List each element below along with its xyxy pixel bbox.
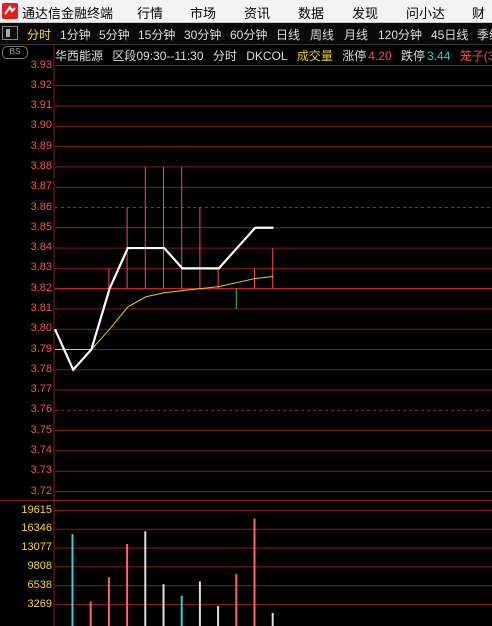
price-tick-label: 3.80 [30, 322, 52, 335]
price-tick-label: 3.90 [30, 119, 52, 132]
price-tick-label: 3.91 [30, 99, 52, 112]
price-tick-label: 3.73 [30, 464, 52, 477]
price-tick-label: 3.76 [30, 403, 52, 416]
price-tick-label: 3.85 [30, 220, 52, 233]
price-tick-label: 3.88 [30, 159, 52, 172]
price-tick-label: 3.77 [30, 383, 52, 396]
price-tick-label: 3.78 [30, 362, 52, 375]
price-line [53, 226, 274, 372]
price-tick-label: 3.92 [30, 78, 52, 91]
volume-tick-label: 16346 [21, 522, 52, 535]
price-tick-label: 3.72 [30, 484, 52, 497]
volume-tick-label: 19615 [21, 503, 52, 516]
intraday-chart[interactable] [0, 0, 492, 626]
price-tick-label: 3.74 [30, 443, 52, 456]
price-tick-label: 3.83 [30, 261, 52, 274]
average-price-line [55, 275, 274, 350]
price-tick-label: 3.86 [30, 200, 52, 213]
price-tick-label: 3.75 [30, 423, 52, 436]
volume-tick-label: 6538 [27, 578, 52, 591]
volume-tick-label: 3269 [27, 597, 52, 610]
price-tick-label: 3.81 [30, 301, 52, 314]
volume-tick-label: 13077 [21, 541, 52, 554]
price-tick-label: 3.84 [30, 241, 52, 254]
price-tick-label: 3.79 [30, 342, 52, 355]
price-tick-label: 3.93 [30, 58, 52, 71]
volume-tick-label: 9808 [27, 559, 52, 572]
price-tick-label: 3.89 [30, 139, 52, 152]
price-tick-label: 3.87 [30, 180, 52, 193]
price-tick-label: 3.82 [30, 281, 52, 294]
